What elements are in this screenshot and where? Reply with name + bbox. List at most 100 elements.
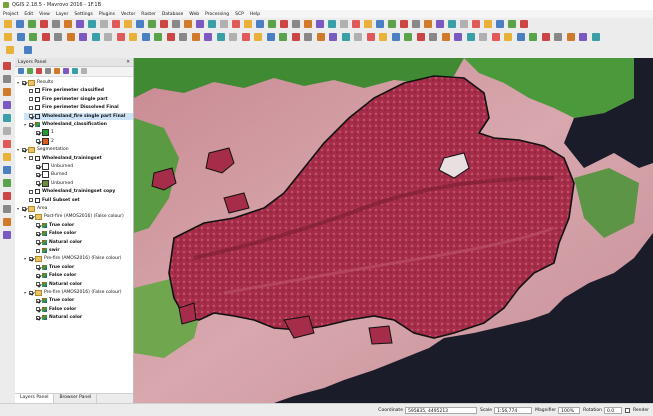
layer-row[interactable]: ▾ Wholesland_trainingset <box>24 155 133 162</box>
tool-button-icon[interactable] <box>412 20 420 28</box>
menu-project[interactable]: Project <box>3 12 18 17</box>
layer-row[interactable]: False color <box>31 306 133 313</box>
tool-button-icon[interactable] <box>41 33 50 41</box>
layer-row[interactable]: Wholesland_fire single part Final <box>24 112 133 120</box>
tool-button-icon[interactable] <box>354 33 362 41</box>
tool-button-icon[interactable] <box>404 33 412 41</box>
tool-button-icon[interactable] <box>328 20 336 28</box>
tab-browser-panel[interactable]: Browser Panel <box>54 394 98 403</box>
tool-button-icon[interactable] <box>79 33 87 41</box>
tool-button-icon[interactable] <box>416 33 425 41</box>
tool-button-icon[interactable] <box>112 20 120 28</box>
tool-button-icon[interactable] <box>129 33 137 41</box>
tool-button-icon[interactable] <box>4 20 12 28</box>
visibility-checkbox[interactable] <box>36 307 40 312</box>
visibility-checkbox[interactable] <box>36 164 40 169</box>
add-layer-icon[interactable] <box>3 88 11 96</box>
tool-button-icon[interactable] <box>256 20 264 28</box>
layer-row[interactable]: Fire perimeter single part <box>24 96 133 103</box>
tool-button-icon[interactable] <box>291 33 300 41</box>
menu-scp[interactable]: SCP <box>235 12 244 17</box>
layer-row[interactable]: Full Subset set <box>24 197 133 204</box>
layer-row[interactable]: Unburned <box>31 163 133 170</box>
tool-button-icon[interactable] <box>184 20 192 28</box>
visibility-checkbox[interactable] <box>36 273 40 278</box>
tool-button-icon[interactable] <box>566 33 575 41</box>
coordinate-field[interactable]: 595835, 4495213 <box>404 406 477 414</box>
tool-button-icon[interactable] <box>52 20 60 28</box>
visibility-checkbox[interactable] <box>29 214 33 219</box>
visibility-checkbox[interactable] <box>36 181 40 186</box>
map-canvas[interactable] <box>134 58 653 403</box>
panel-tool-icon[interactable] <box>18 68 24 74</box>
tool-button-icon[interactable] <box>304 20 312 28</box>
visibility-checkbox[interactable] <box>29 88 33 93</box>
menu-edit[interactable]: Edit <box>24 12 33 17</box>
tool-button-icon[interactable] <box>220 20 228 28</box>
tool-button-icon[interactable] <box>424 20 432 28</box>
tool-button-icon[interactable] <box>29 33 37 41</box>
tool-button-icon[interactable] <box>136 20 144 28</box>
visibility-checkbox[interactable] <box>29 97 33 102</box>
tool-button-icon[interactable] <box>141 33 150 41</box>
tool-button-icon[interactable] <box>124 20 132 28</box>
scale-field[interactable]: 1:56,774 <box>494 406 533 414</box>
menu-raster[interactable]: Raster <box>141 12 156 17</box>
tool-button-icon[interactable] <box>66 33 75 41</box>
tool-button-icon[interactable] <box>379 33 387 41</box>
panel-tool-icon[interactable] <box>63 68 69 74</box>
menu-layer[interactable]: Layer <box>56 12 69 17</box>
layer-row[interactable]: True color <box>31 297 133 304</box>
tool-button-icon[interactable] <box>64 20 72 28</box>
tool-button-icon[interactable] <box>388 20 396 28</box>
tool-button-icon[interactable] <box>88 20 96 28</box>
render-checkbox[interactable] <box>624 407 630 413</box>
visibility-checkbox[interactable] <box>36 298 40 303</box>
tool-button-icon[interactable] <box>6 46 14 54</box>
layer-row[interactable]: False color <box>31 230 133 237</box>
visibility-checkbox[interactable] <box>36 248 40 253</box>
visibility-checkbox[interactable] <box>22 147 26 152</box>
tool-button-icon[interactable] <box>104 33 112 41</box>
visibility-checkbox[interactable] <box>36 139 40 144</box>
tool-button-icon[interactable] <box>100 20 108 28</box>
tool-button-icon[interactable] <box>280 20 288 28</box>
tool-button-icon[interactable] <box>484 20 492 28</box>
tool-button-icon[interactable] <box>454 33 462 41</box>
collapse-icon[interactable]: ▾ <box>24 156 28 160</box>
layer-row[interactable]: ▾ Wholesland_classification <box>24 121 133 128</box>
tool-button-icon[interactable] <box>76 20 84 28</box>
collapse-icon[interactable]: ▾ <box>17 80 21 85</box>
add-layer-icon[interactable] <box>3 140 11 148</box>
visibility-checkbox[interactable] <box>29 198 33 203</box>
tool-button-icon[interactable] <box>554 33 562 41</box>
tool-button-icon[interactable] <box>316 20 324 28</box>
menu-database[interactable]: Database <box>162 12 183 17</box>
menu-view[interactable]: View <box>39 12 50 17</box>
tab-layers-panel[interactable]: Layers Panel <box>15 394 55 403</box>
tool-button-icon[interactable] <box>504 33 512 41</box>
tool-button-icon[interactable] <box>279 33 287 41</box>
layer-row[interactable]: True color <box>31 222 133 229</box>
collapse-icon[interactable]: ▾ <box>24 214 28 219</box>
tool-button-icon[interactable] <box>91 33 100 41</box>
add-layer-icon[interactable] <box>3 166 11 174</box>
panel-tool-icon[interactable] <box>72 68 78 74</box>
tool-button-icon[interactable] <box>366 33 375 41</box>
tool-button-icon[interactable] <box>268 20 276 28</box>
add-layer-icon[interactable] <box>3 127 11 135</box>
tool-button-icon[interactable] <box>166 33 175 41</box>
panel-tool-icon[interactable] <box>45 68 51 74</box>
layer-row[interactable]: Natural color <box>31 239 133 246</box>
tool-button-icon[interactable] <box>316 33 325 41</box>
collapse-icon[interactable]: ▾ <box>24 256 28 261</box>
layer-row[interactable]: Natural color <box>31 314 133 321</box>
layer-row[interactable]: ▾ Post-fire (AMOS2016) (False colour) <box>24 213 133 220</box>
menu-processing[interactable]: Processing <box>205 12 229 17</box>
tool-button-icon[interactable] <box>448 20 456 28</box>
add-layer-icon[interactable] <box>3 218 11 226</box>
tool-button-icon[interactable] <box>16 33 25 41</box>
add-layer-icon[interactable] <box>3 231 11 239</box>
menu-help[interactable]: Help <box>250 12 260 17</box>
tool-button-icon[interactable] <box>352 20 360 28</box>
